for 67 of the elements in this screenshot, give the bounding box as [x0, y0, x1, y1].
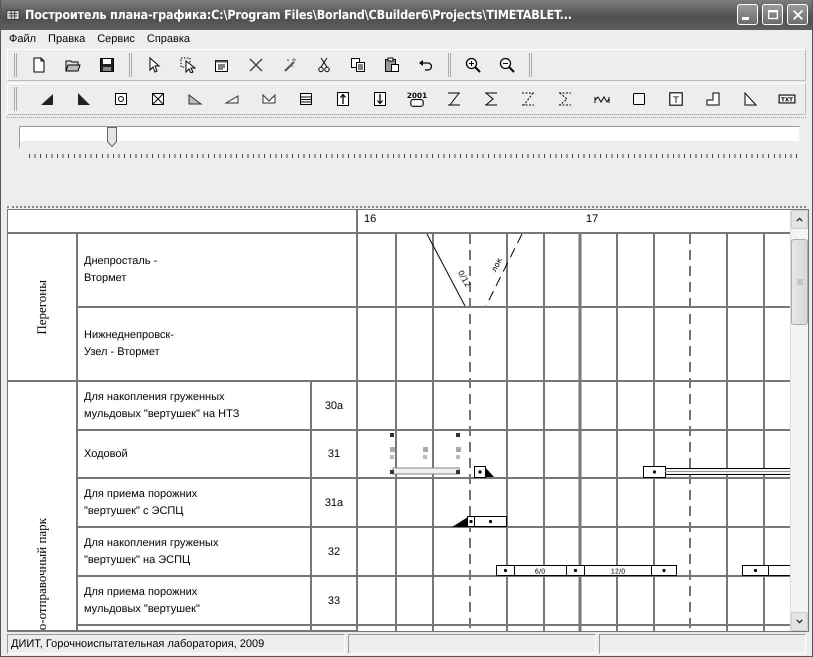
group-label: о-отправочный парк [34, 518, 50, 630]
step-icon [705, 90, 721, 107]
save-icon [99, 56, 115, 73]
track-number: 32 [328, 546, 340, 558]
zoom-out-icon [499, 56, 515, 73]
down-arrow-box-icon [372, 90, 388, 107]
close-icon [790, 8, 804, 22]
track-name: Нижнеднепровск-Узел - Втормет [84, 328, 174, 360]
copy-icon [350, 56, 366, 73]
window-title: Построитель плана-графика:C:\Program Files\Borland\CBuilder6\Projects\TIMETABLET... [25, 7, 573, 22]
paste-icon [384, 56, 400, 73]
status-text: ДИИТ, Горочноиспытательная лаборатория, 2009 [7, 634, 345, 654]
menu-item[interactable]: Правка [48, 32, 86, 45]
dashed-sigma-icon [557, 90, 573, 107]
sigma-line-icon [483, 90, 499, 107]
new-file-icon [31, 56, 47, 73]
slider-thumb[interactable] [106, 126, 117, 146]
track-name: Для приема порожних мульдовых "вертушек" [84, 584, 201, 617]
pointer-select-icon [180, 56, 196, 73]
track-number: 30а [324, 400, 344, 412]
track-marker [452, 516, 507, 528]
square-icon [631, 90, 647, 107]
track-name: Ходовой [84, 446, 128, 462]
z-line-icon [446, 90, 462, 107]
menu-item[interactable]: Сервис [97, 32, 135, 45]
scroll-up-button[interactable] [791, 210, 808, 230]
chevron-up-icon [795, 215, 804, 224]
scrollbar-thumb[interactable] [791, 239, 808, 326]
hour-label: 16 [364, 213, 376, 226]
track-number: 33 [328, 594, 340, 607]
cross-box-icon [150, 90, 166, 107]
track-name: Для накопления груженных мульдовых "вертушек" на НТЗ [84, 390, 240, 422]
delete-icon [248, 56, 264, 73]
menu-item[interactable]: Файл [9, 32, 36, 45]
up-arrow-box-icon [335, 90, 351, 107]
track-occupancy-bar [742, 565, 790, 576]
maximize-icon [766, 8, 780, 22]
menu-item[interactable]: Справка [146, 32, 190, 45]
app-icon [5, 8, 21, 22]
track-marker [474, 466, 494, 478]
scroll-down-button[interactable] [791, 612, 808, 632]
ring-box-icon [113, 90, 129, 107]
train-label: лок [489, 256, 504, 274]
track-name: Для накопления груженых "вертушек" на ЭСПЦ [84, 536, 220, 568]
selected-track-item [390, 433, 461, 475]
grip-icon [796, 278, 804, 286]
zoom-in-icon [465, 56, 481, 73]
minimize-button[interactable] [737, 4, 758, 26]
scissors-icon [316, 56, 332, 73]
track-number: 31а [324, 496, 344, 509]
wedge-icon [76, 90, 92, 107]
train-label: 0/12 [456, 268, 472, 289]
group-label: Перегоны [34, 280, 50, 334]
lines-box-icon [298, 90, 314, 107]
track-name: Для приема порожних "вертушек" с ЭСПЦ [84, 486, 198, 519]
close-button[interactable] [787, 4, 808, 26]
hour-label: 17 [586, 213, 598, 226]
minimize-icon [742, 17, 749, 20]
slider[interactable] [19, 126, 800, 148]
wand-icon [282, 56, 298, 73]
track-number: 31 [328, 448, 340, 460]
dashed-z-icon [520, 90, 536, 107]
chevron-down-icon [795, 617, 804, 626]
vertical-scrollbar[interactable] [790, 210, 808, 632]
maximize-button[interactable] [762, 4, 783, 26]
track-name: Днепросталь - Втормет [84, 254, 158, 286]
triangle-icon [742, 90, 758, 107]
